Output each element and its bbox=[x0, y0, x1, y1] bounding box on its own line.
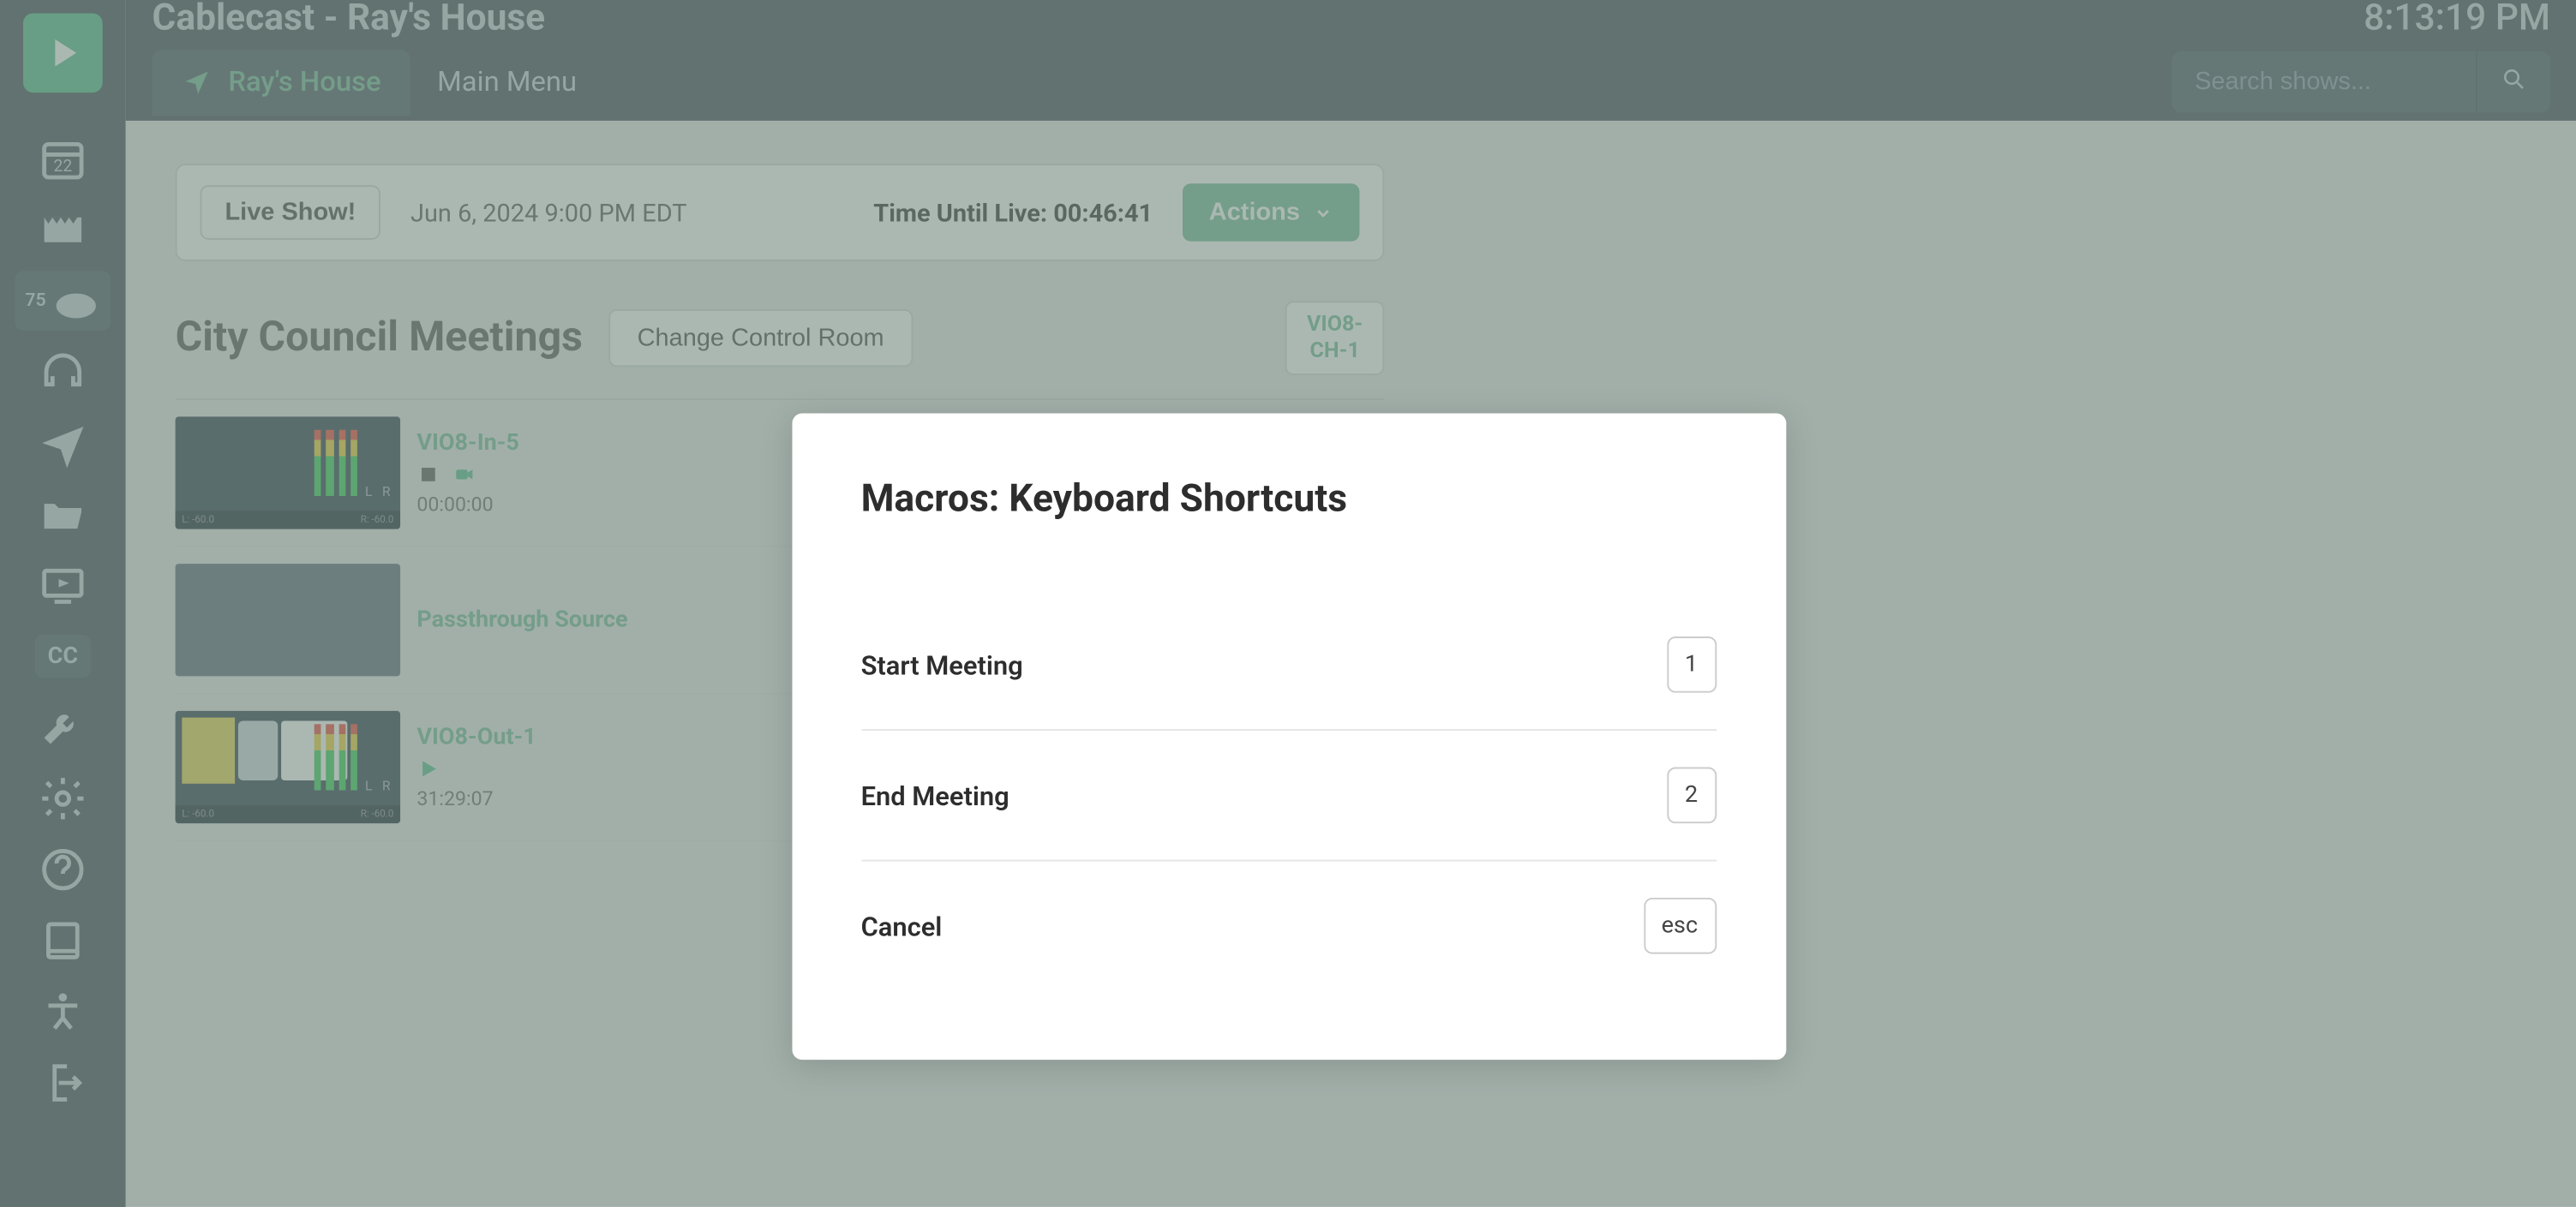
shortcuts-modal: Macros: Keyboard Shortcuts Start Meeting… bbox=[792, 414, 1786, 1061]
modal-overlay[interactable]: Macros: Keyboard Shortcuts Start Meeting… bbox=[0, 0, 2576, 1207]
shortcut-label: End Meeting bbox=[861, 780, 1009, 811]
shortcut-key: 2 bbox=[1667, 768, 1716, 824]
shortcut-row: End Meeting 2 bbox=[861, 731, 1716, 861]
modal-title: Macros: Keyboard Shortcuts bbox=[861, 476, 1716, 521]
shortcut-row: Start Meeting 1 bbox=[861, 601, 1716, 731]
shortcut-label: Cancel bbox=[861, 910, 943, 941]
shortcut-row: Cancel esc bbox=[861, 862, 1716, 991]
shortcut-key: 1 bbox=[1667, 636, 1716, 693]
shortcut-key: esc bbox=[1643, 898, 1716, 954]
shortcut-label: Start Meeting bbox=[861, 649, 1023, 681]
